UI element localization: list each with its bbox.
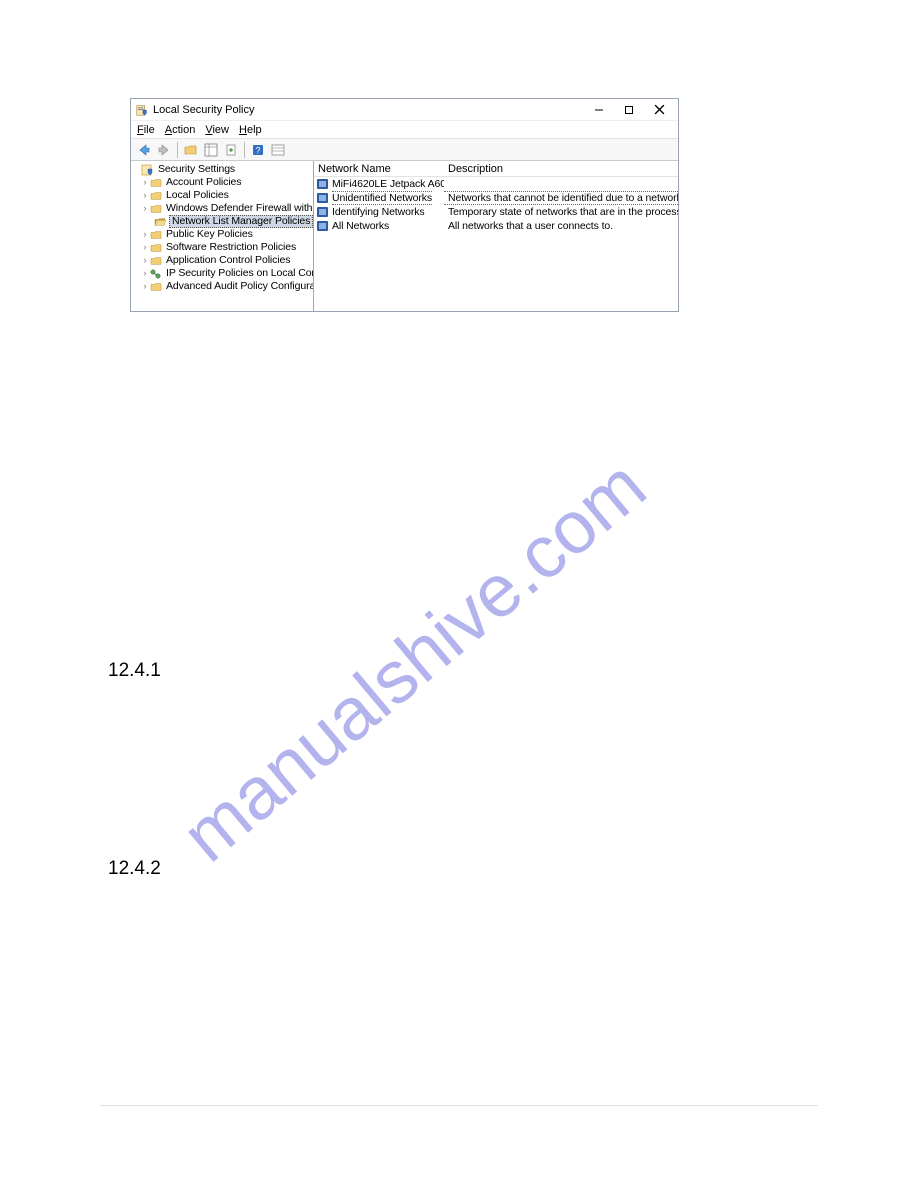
network-icon: [316, 220, 330, 232]
tree-item-label: Local Policies: [165, 189, 230, 202]
row-label: Unidentified Networks: [332, 191, 432, 205]
expand-icon[interactable]: ›: [141, 241, 149, 254]
folder-icon: [149, 190, 163, 202]
tree-item-label: Windows Defender Firewall with Adva: [165, 202, 313, 215]
expand-icon[interactable]: ›: [141, 280, 149, 293]
tree-item-software-restriction[interactable]: › Software Restriction Policies: [131, 241, 313, 254]
menu-help[interactable]: Help: [239, 124, 262, 136]
tree-item-ip-security[interactable]: › IP Security Policies on Local Compute: [131, 267, 313, 280]
tree-item-label: IP Security Policies on Local Compute: [165, 267, 313, 280]
export-button[interactable]: [222, 141, 240, 159]
footer-rule: [100, 1105, 818, 1106]
tree-view-button[interactable]: [202, 141, 220, 159]
folder-icon: [149, 229, 163, 241]
folder-open-icon: [153, 216, 167, 228]
list-button[interactable]: [269, 141, 287, 159]
column-network-name[interactable]: Network Name: [314, 163, 444, 175]
tree-item-public-key[interactable]: › Public Key Policies: [131, 228, 313, 241]
window-titlebar: Local Security Policy: [131, 99, 678, 121]
tree-item-account-policies[interactable]: › Account Policies: [131, 176, 313, 189]
section-12-4-2: 12.4.2: [108, 858, 161, 880]
toolbar: ?: [131, 139, 678, 161]
expand-icon[interactable]: ›: [141, 202, 149, 215]
row-label: Identifying Networks: [332, 206, 425, 218]
folder-icon: [149, 177, 163, 189]
network-icon: [316, 178, 330, 190]
tree-item-firewall[interactable]: › Windows Defender Firewall with Adva: [131, 202, 313, 215]
ip-security-icon: [149, 268, 163, 280]
expand-icon[interactable]: ›: [141, 176, 149, 189]
row-label: MiFi4620LE Jetpack A60A S...: [332, 178, 444, 190]
expand-icon[interactable]: ›: [141, 189, 149, 202]
folder-icon: [149, 281, 163, 293]
row-desc: Networks that cannot be identified due t…: [444, 191, 678, 205]
tree-item-label: Application Control Policies: [165, 254, 291, 267]
add-folder-button[interactable]: [182, 141, 200, 159]
back-button[interactable]: [135, 141, 153, 159]
row-unidentified[interactable]: Unidentified Networks Networks that cann…: [314, 191, 678, 205]
menu-file[interactable]: File: [137, 124, 155, 136]
workspace: Security Settings › Account Policies › L…: [131, 161, 678, 311]
tree-item-network-list-manager[interactable]: Network List Manager Policies: [131, 215, 313, 228]
svg-text:?: ?: [255, 145, 260, 155]
window-title: Local Security Policy: [153, 104, 584, 116]
toolbar-separator: [244, 142, 245, 158]
tree-item-app-control[interactable]: › Application Control Policies: [131, 254, 313, 267]
folder-icon: [149, 203, 163, 215]
tree-root-label: Security Settings: [157, 163, 236, 176]
tree-item-label: Public Key Policies: [165, 228, 254, 241]
rows-container: MiFi4620LE Jetpack A60A S... Unidentifie…: [314, 177, 678, 233]
forward-button[interactable]: [155, 141, 173, 159]
document-page: Local Security Policy File Action View H…: [0, 0, 918, 1188]
section-12-4-1: 12.4.1: [108, 660, 161, 682]
expand-icon[interactable]: ›: [141, 228, 149, 241]
folder-icon: [149, 255, 163, 267]
tree-item-local-policies[interactable]: › Local Policies: [131, 189, 313, 202]
tree-item-label: Advanced Audit Policy Configuration: [165, 280, 313, 293]
network-icon: [316, 192, 330, 204]
help-button[interactable]: ?: [249, 141, 267, 159]
menu-action[interactable]: Action: [165, 124, 196, 136]
svg-text:manualshive.com: manualshive.com: [166, 444, 660, 878]
network-icon: [316, 206, 330, 218]
toolbar-separator: [177, 142, 178, 158]
tree-root[interactable]: Security Settings: [131, 163, 313, 176]
security-policy-icon: [135, 103, 149, 117]
folder-icon: [149, 242, 163, 254]
row-mifi[interactable]: MiFi4620LE Jetpack A60A S...: [314, 177, 678, 191]
tree-pane[interactable]: Security Settings › Account Policies › L…: [131, 161, 314, 311]
expand-icon[interactable]: ›: [141, 267, 149, 280]
column-headers[interactable]: Network Name Description: [314, 161, 678, 177]
tree-item-label: Network List Manager Policies: [169, 215, 313, 228]
close-button[interactable]: [644, 101, 674, 119]
minimize-button[interactable]: [584, 101, 614, 119]
tree-item-advanced-audit[interactable]: › Advanced Audit Policy Configuration: [131, 280, 313, 293]
tree-item-label: Software Restriction Policies: [165, 241, 297, 254]
row-desc: All networks that a user connects to.: [444, 220, 678, 232]
content-pane: Network Name Description MiFi4620LE Jetp…: [314, 161, 678, 311]
expand-icon[interactable]: ›: [141, 254, 149, 267]
security-settings-icon: [141, 164, 155, 176]
row-identifying[interactable]: Identifying Networks Temporary state of …: [314, 205, 678, 219]
row-label: All Networks: [332, 220, 389, 232]
local-security-policy-window: Local Security Policy File Action View H…: [130, 98, 679, 312]
row-desc: Temporary state of networks that are in …: [444, 206, 678, 218]
watermark: manualshive.com: [120, 260, 740, 900]
column-description[interactable]: Description: [444, 163, 678, 175]
tree-item-label: Account Policies: [165, 176, 242, 189]
menu-view[interactable]: View: [205, 124, 229, 136]
maximize-button[interactable]: [614, 101, 644, 119]
row-all-networks[interactable]: All Networks All networks that a user co…: [314, 219, 678, 233]
menubar: File Action View Help: [131, 121, 678, 139]
